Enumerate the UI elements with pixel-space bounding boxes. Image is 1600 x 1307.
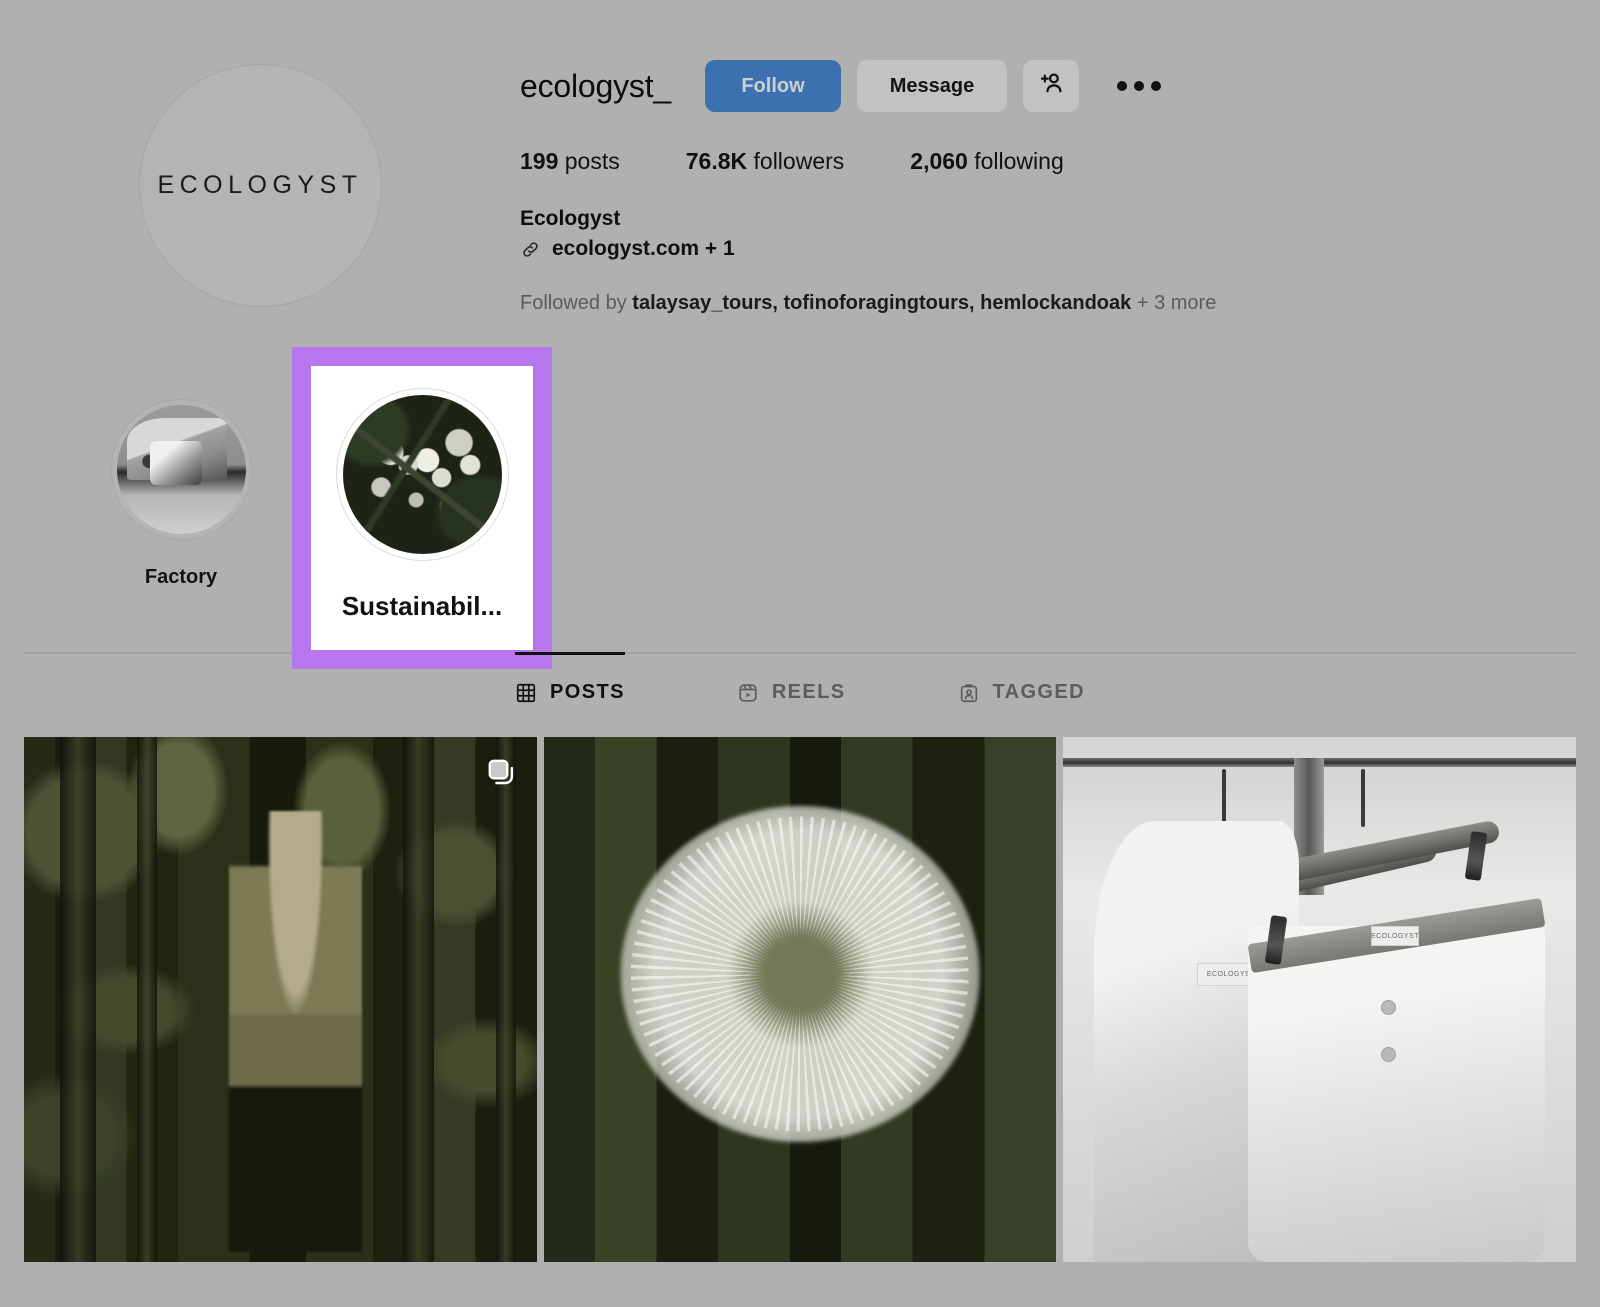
stat-followers-label: followers [753, 148, 845, 174]
tab-tagged[interactable]: TAGGED [958, 652, 1085, 728]
stat-followers-value: 76.8K [685, 148, 748, 174]
tab-reels-label: REELS [771, 681, 846, 704]
more-options-dot [1134, 81, 1144, 91]
avatar-column: ECOLOGYST [0, 40, 520, 315]
bio-link-text: ecologyst.com + 1 [552, 237, 735, 261]
stat-posts[interactable]: 199 posts [520, 148, 620, 175]
stat-posts-label: posts [564, 148, 620, 174]
dandelion-post-image [543, 737, 1057, 1263]
highlight-ring [110, 399, 252, 541]
post-thumbnail[interactable] [24, 737, 537, 1263]
profile-avatar[interactable]: ECOLOGYST [138, 64, 382, 307]
profile-tabs: POSTS REELS TAGGED [24, 652, 1576, 728]
tagged-icon [958, 682, 980, 704]
follow-button[interactable]: Follow [705, 60, 841, 112]
tab-tagged-label: TAGGED [992, 681, 1085, 704]
highlight-thumbnail [116, 405, 246, 535]
stat-following-label: following [974, 148, 1064, 174]
highlight-label: Sustainabil... [341, 591, 503, 622]
profile-action-row: ecologyst_ Follow Message [520, 58, 1600, 114]
tab-reels[interactable]: REELS [737, 652, 846, 728]
stat-posts-value: 199 [520, 148, 559, 174]
shirts-post-image: ECOLOGYST ECOLOGYST [1063, 737, 1576, 1263]
tab-posts-label: POSTS [550, 681, 625, 704]
followed-by-suffix[interactable]: + 3 more [1137, 292, 1216, 314]
more-options-dot [1117, 81, 1127, 91]
post-thumbnail[interactable] [543, 737, 1057, 1263]
followed-by-prefix: Followed by [520, 292, 627, 315]
highlight-label: Factory [144, 566, 218, 589]
more-options-button[interactable] [1111, 69, 1167, 103]
person-add-icon [1037, 70, 1065, 102]
highlight-selected-card: Sustainabil... [311, 366, 533, 651]
more-options-dot [1151, 81, 1161, 91]
tab-posts[interactable]: POSTS [515, 652, 625, 728]
highlight-factory[interactable]: Factory [96, 337, 266, 589]
highlight-sustainability[interactable]: Sustainabil... [292, 347, 552, 670]
stat-followers[interactable]: 76.8K followers [686, 148, 845, 175]
message-button[interactable]: Message [857, 60, 1007, 112]
link-icon [520, 239, 541, 260]
berries-image [342, 395, 502, 555]
bio-link[interactable]: ecologyst.com + 1 [520, 237, 1600, 261]
reels-icon [737, 682, 759, 704]
profile-info-column: ecologyst_ Follow Message 199 posts 76.8… [520, 40, 1600, 315]
profile-bio: Ecologyst ecologyst.com + 1 [520, 205, 1600, 261]
person-add-button[interactable] [1023, 60, 1079, 112]
followed-by: Followed by talaysay_tours, tofinoforagi… [520, 292, 1600, 315]
highlight-thumbnail [342, 395, 502, 555]
forest-post-image [24, 737, 537, 1263]
username: ecologyst_ [520, 67, 671, 104]
post-thumbnail[interactable]: ECOLOGYST ECOLOGYST [1063, 737, 1576, 1263]
followed-by-names[interactable]: talaysay_tours, tofinoforagingtours, hem… [632, 292, 1131, 314]
bio-display-name: Ecologyst [520, 207, 621, 230]
highlight-ring [335, 388, 509, 562]
profile-stats: 199 posts 76.8K followers 2,060 followin… [520, 148, 1600, 175]
profile-header: ECOLOGYST ecologyst_ Follow Message 199 … [0, 0, 1600, 315]
carousel-icon [486, 757, 516, 787]
post-grid: ECOLOGYST ECOLOGYST [24, 737, 1576, 1263]
factory-image [116, 405, 246, 535]
story-highlights: Factory Sustainabil... [0, 337, 1600, 670]
stat-following[interactable]: 2,060 following [910, 148, 1063, 175]
grid-icon [515, 682, 537, 704]
avatar-wordmark: ECOLOGYST [157, 171, 363, 199]
stat-following-value: 2,060 [910, 148, 968, 174]
